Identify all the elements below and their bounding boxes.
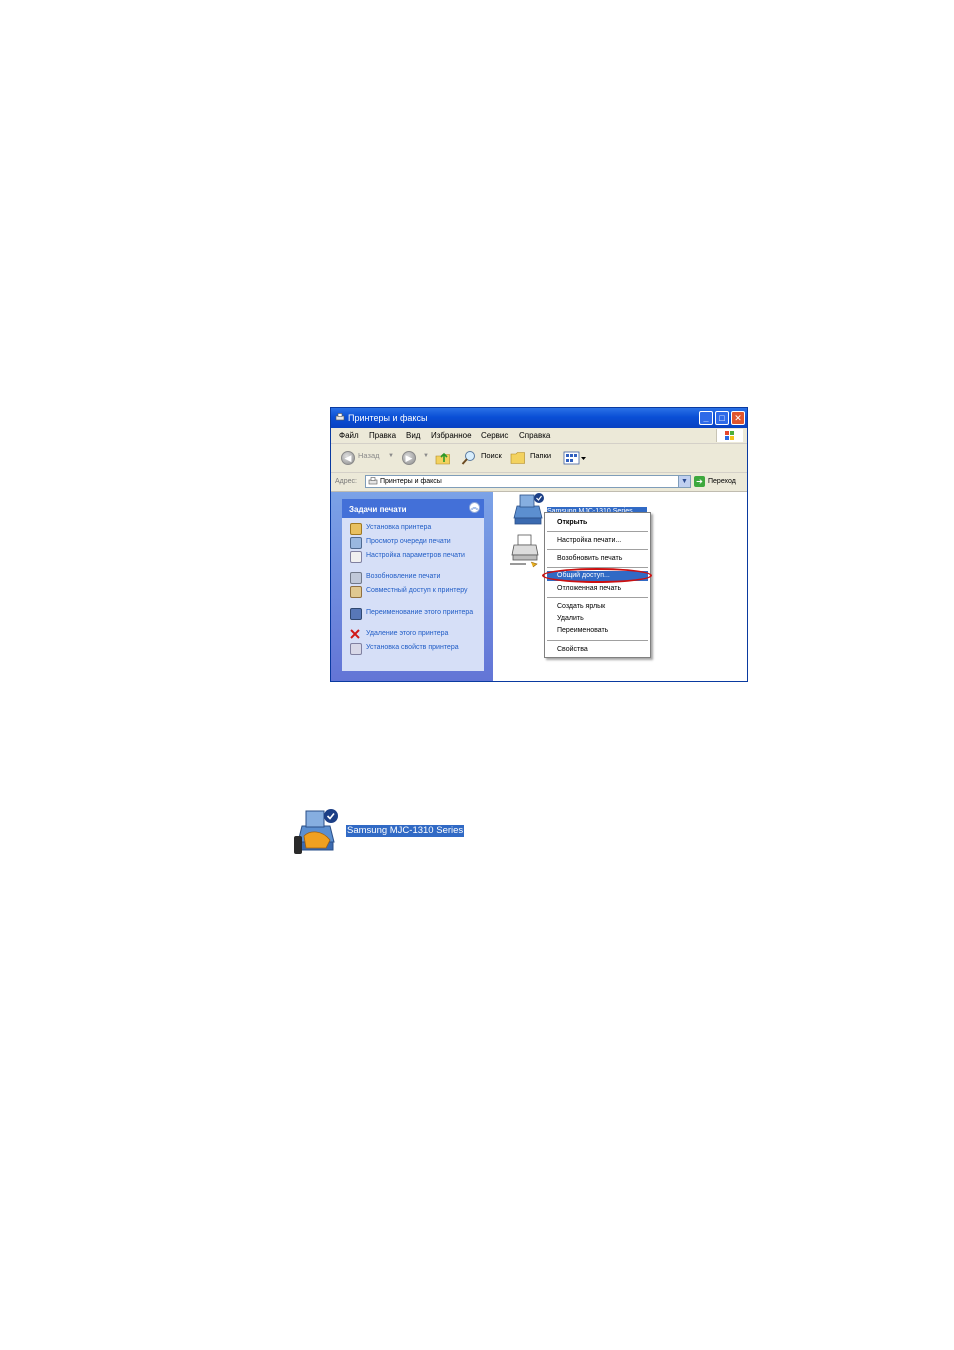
resume-printer-icon: [350, 572, 362, 584]
printer-folder-icon: [335, 413, 345, 421]
printer-folder-icon: [368, 477, 378, 485]
delete-x-icon: [350, 629, 360, 639]
context-menu: Открыть Настройка печати... Возобновить …: [542, 512, 652, 658]
go-arrow-icon[interactable]: ➔: [694, 476, 705, 487]
menu-tools[interactable]: Сервис: [481, 431, 508, 440]
menu-separator: [547, 640, 648, 641]
menu-separator: [547, 549, 648, 550]
close-button[interactable]: ✕: [731, 411, 745, 425]
go-button[interactable]: Переход: [708, 478, 736, 485]
back-dropdown-icon[interactable]: ▼: [388, 453, 394, 459]
shared-printer-icon[interactable]: [509, 532, 543, 568]
menu-item-create-shortcut[interactable]: Создать ярлык: [557, 603, 605, 610]
windows-logo-icon: [716, 429, 743, 442]
back-button[interactable]: Назад: [358, 451, 380, 460]
forward-dropdown-icon[interactable]: ▼: [423, 453, 429, 459]
back-arrow-icon[interactable]: ◀: [341, 451, 355, 465]
print-tasks-header[interactable]: Задачи печати ︽: [342, 499, 484, 518]
search-button[interactable]: Поиск: [481, 451, 502, 460]
views-icon[interactable]: [563, 451, 587, 465]
address-bar: Адрес: Принтеры и факсы ▼ ➔ Переход: [331, 473, 747, 492]
address-label: Адрес:: [335, 478, 357, 485]
menu-favorites[interactable]: Избранное: [431, 431, 472, 440]
menu-view[interactable]: Вид: [406, 431, 420, 440]
print-queue-icon: [350, 537, 362, 549]
rename-printer-icon: [350, 608, 362, 620]
task-pane: Задачи печати ︽ Установка принтера Просм…: [331, 492, 493, 681]
menu-file[interactable]: Файл: [339, 431, 359, 440]
folders-button[interactable]: Папки: [530, 451, 551, 460]
folders-icon[interactable]: [510, 451, 526, 465]
default-printer-icon[interactable]: [509, 492, 547, 528]
menu-item-delete[interactable]: Удалить: [557, 615, 584, 622]
share-printer-icon: [350, 586, 362, 598]
menu-bar: Файл Правка Вид Избранное Сервис Справка: [331, 428, 747, 444]
menu-separator: [547, 531, 648, 532]
minimize-button[interactable]: _: [699, 411, 713, 425]
window-title: Принтеры и факсы: [348, 413, 428, 423]
up-folder-icon[interactable]: [435, 450, 451, 466]
menu-item-rename[interactable]: Переименовать: [557, 627, 608, 634]
forward-arrow-icon[interactable]: ▶: [402, 451, 416, 465]
shared-default-printer-icon[interactable]: [292, 806, 342, 856]
print-tasks-panel: Задачи печати ︽ Установка принтера Просм…: [342, 499, 484, 671]
menu-edit[interactable]: Правка: [369, 431, 396, 440]
printer-properties-icon: [350, 643, 362, 655]
print-tasks-title: Задачи печати: [349, 505, 407, 514]
shared-printer-name-label[interactable]: Samsung MJC-1310 Series: [346, 825, 465, 837]
add-printer-icon: [350, 523, 362, 535]
address-value: Принтеры и факсы: [380, 478, 442, 485]
title-bar[interactable]: Принтеры и факсы _ □ ✕: [331, 408, 747, 428]
print-preferences-icon: [350, 551, 362, 563]
menu-separator: [547, 597, 648, 598]
address-field[interactable]: Принтеры и факсы ▼: [365, 475, 691, 488]
collapse-chevron-icon[interactable]: ︽: [469, 502, 480, 513]
menu-help[interactable]: Справка: [519, 431, 550, 440]
menu-item-properties[interactable]: Свойства: [557, 646, 588, 653]
menu-item-resume-printing[interactable]: Возобновить печать: [557, 555, 622, 562]
menu-item-open[interactable]: Открыть: [557, 519, 587, 526]
highlight-oval-annotation: [542, 568, 652, 583]
menu-item-print-preferences[interactable]: Настройка печати...: [557, 537, 621, 544]
printers-and-faxes-window: Принтеры и факсы _ □ ✕ Файл Правка Вид И…: [330, 407, 748, 682]
toolbar: ◀ Назад ▼ ▶ ▼ Поиск Папки: [331, 444, 747, 473]
maximize-button[interactable]: □: [715, 411, 729, 425]
address-dropdown-icon[interactable]: ▼: [678, 476, 690, 487]
menu-item-pause-printing[interactable]: Отложенная печать: [557, 585, 621, 592]
search-icon[interactable]: [461, 450, 477, 466]
